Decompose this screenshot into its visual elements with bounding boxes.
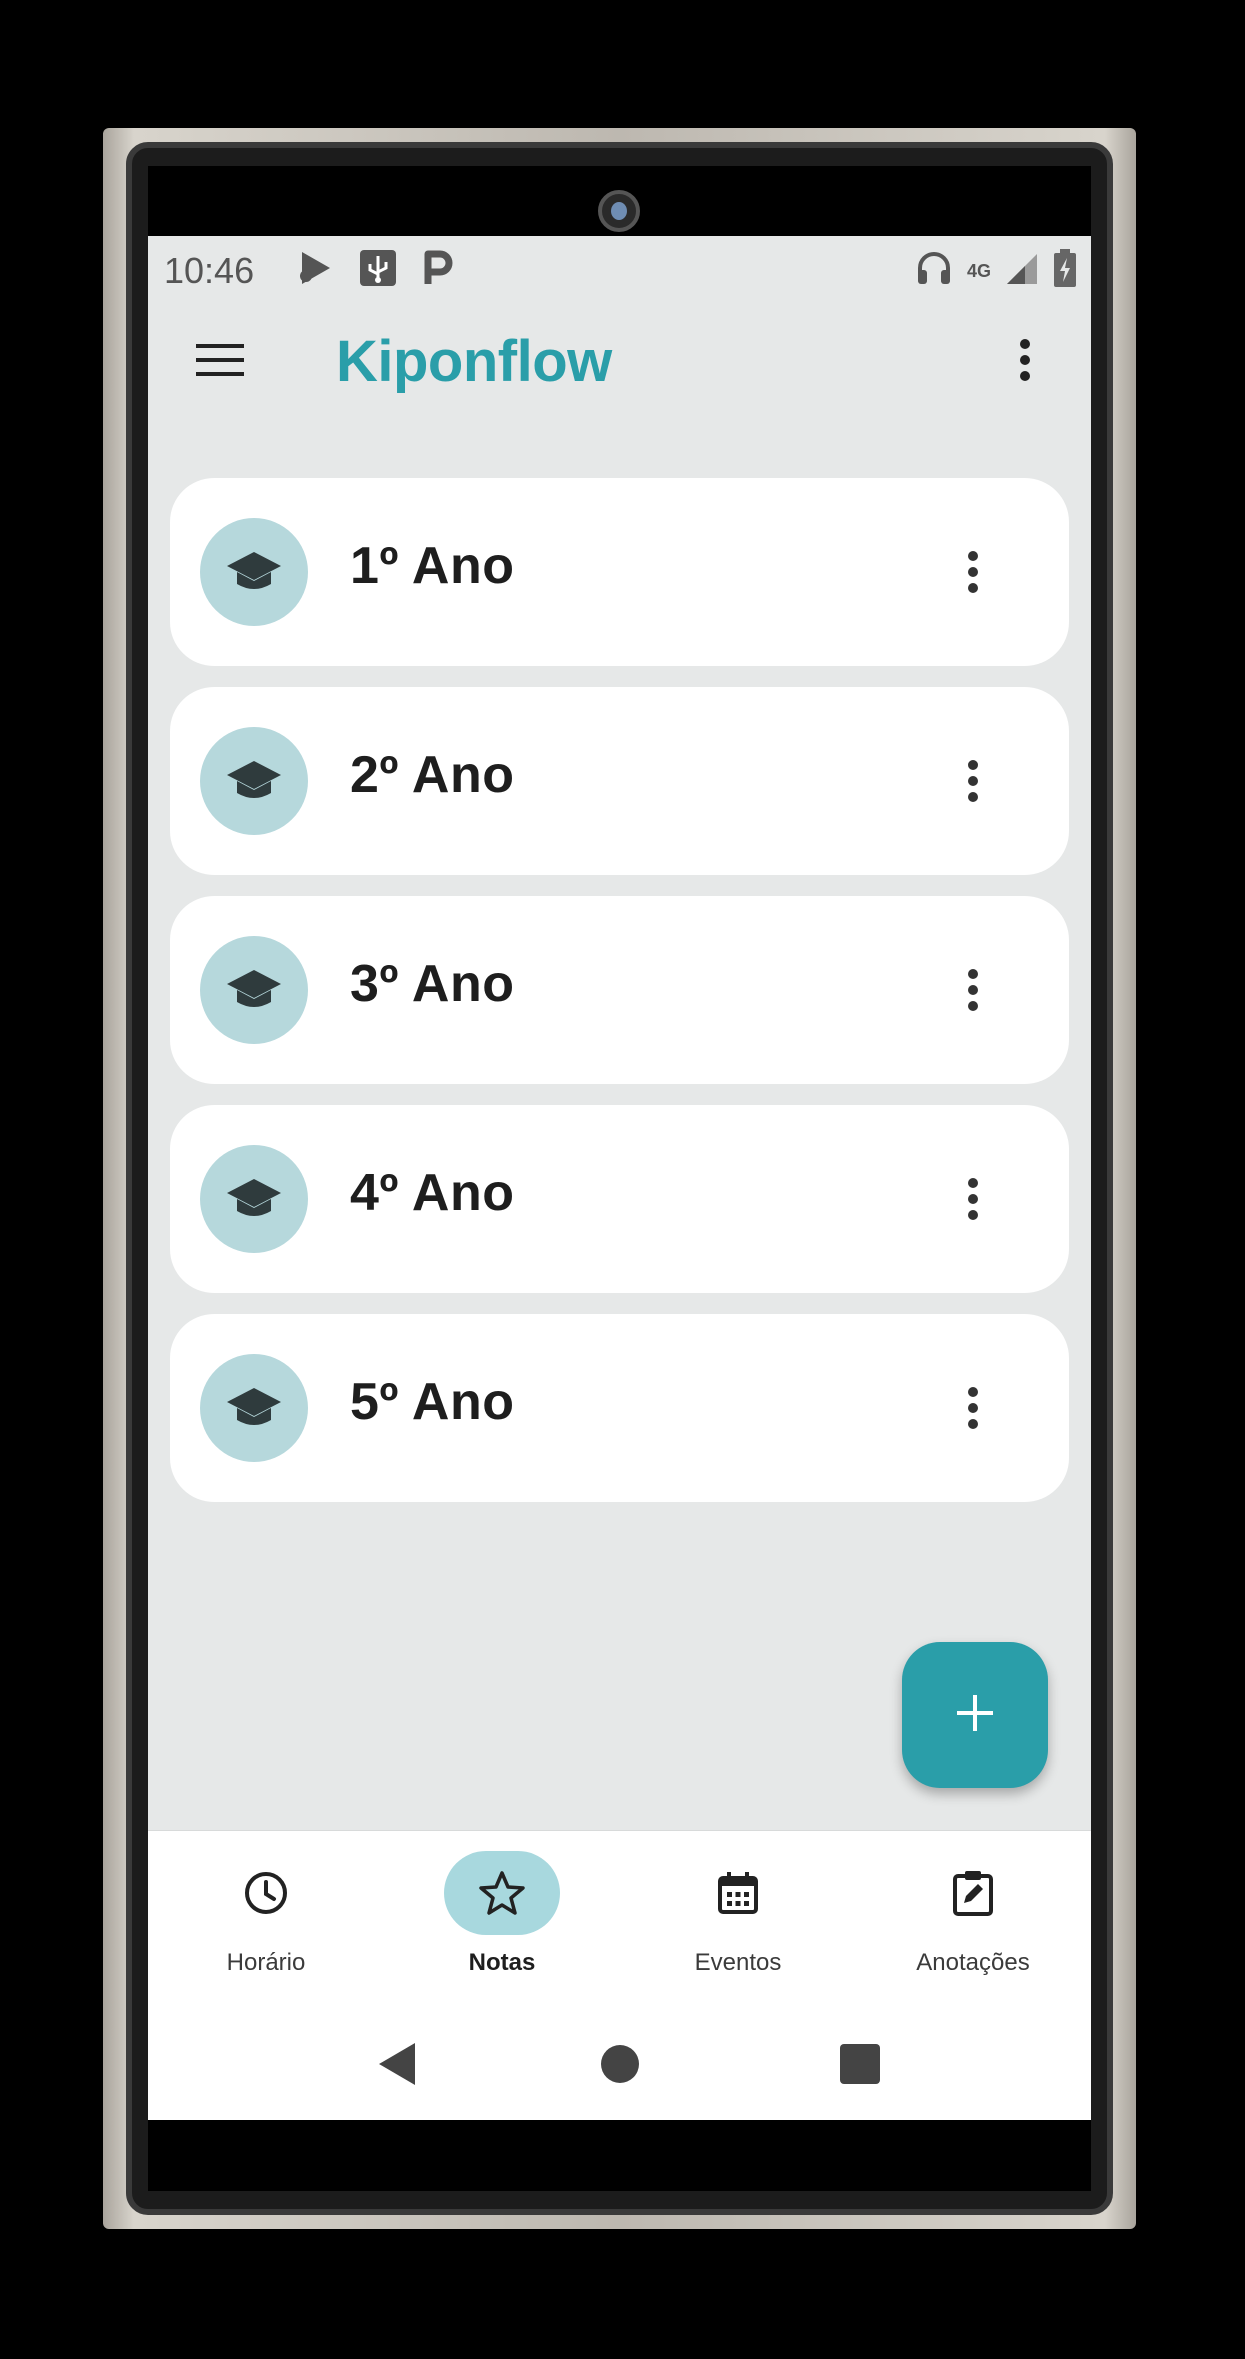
more-vertical-icon[interactable] <box>941 749 1005 813</box>
graduation-cap-icon <box>200 1145 308 1253</box>
status-bar: 10:46 4G <box>148 236 1091 300</box>
year-list: 1º Ano 2º Ano 3º Ano 4º Ano 5º Ano <box>170 478 1069 1523</box>
nav-item-eventos[interactable]: Eventos <box>620 1831 856 2011</box>
more-vertical-icon[interactable] <box>941 540 1005 604</box>
clipboard-edit-icon <box>915 1851 1031 1935</box>
clock-icon <box>208 1851 324 1935</box>
year-label: 5º Ano <box>350 1373 515 1431</box>
music-icon <box>296 248 336 293</box>
nav-label: Horário <box>226 1949 306 1976</box>
parking-p-icon <box>420 248 454 293</box>
battery-charging-icon <box>1053 248 1077 293</box>
year-label: 4º Ano <box>350 1164 515 1222</box>
more-vertical-icon[interactable] <box>993 328 1057 392</box>
year-card-1[interactable]: 1º Ano <box>170 478 1069 666</box>
year-label: 1º Ano <box>350 537 515 595</box>
app-bar: Kiponflow <box>148 300 1091 416</box>
year-card-3[interactable]: 3º Ano <box>170 896 1069 1084</box>
year-card-4[interactable]: 4º Ano <box>170 1105 1069 1293</box>
graduation-cap-icon <box>200 1354 308 1462</box>
graduation-cap-icon <box>200 518 308 626</box>
more-vertical-icon[interactable] <box>941 1376 1005 1440</box>
nav-item-notas[interactable]: Notas <box>384 1831 620 2011</box>
calendar-icon <box>680 1851 796 1935</box>
star-icon <box>444 1851 560 1935</box>
app-title: Kiponflow <box>336 329 612 394</box>
signal-icon <box>1005 250 1039 291</box>
usb-icon <box>358 248 398 293</box>
nav-item-anotacoes[interactable]: Anotações <box>855 1831 1091 2011</box>
year-label: 2º Ano <box>350 746 515 804</box>
nav-label: Eventos <box>694 1949 782 1976</box>
app-screen: 10:46 4G Kiponflow 1º Ano 2º Ano 3º Ano … <box>148 236 1091 2120</box>
graduation-cap-icon <box>200 936 308 1044</box>
more-vertical-icon[interactable] <box>941 1167 1005 1231</box>
year-card-2[interactable]: 2º Ano <box>170 687 1069 875</box>
add-year-button[interactable] <box>902 1642 1048 1788</box>
year-card-5[interactable]: 5º Ano <box>170 1314 1069 1502</box>
home-icon[interactable] <box>588 2032 652 2096</box>
notification-icons <box>296 248 454 293</box>
nav-item-horario[interactable]: Horário <box>148 1831 384 2011</box>
nav-label: Notas <box>468 1949 536 1976</box>
system-navigation-bar <box>148 2010 1091 2120</box>
front-camera <box>598 190 640 232</box>
year-label: 3º Ano <box>350 955 515 1013</box>
recents-icon[interactable] <box>828 2032 892 2096</box>
headphones-icon <box>915 248 953 293</box>
nav-label: Anotações <box>916 1949 1030 1976</box>
status-time: 10:46 <box>164 250 255 291</box>
bottom-navigation: Horário Notas Eventos Anotações <box>148 1830 1091 2010</box>
graduation-cap-icon <box>200 727 308 835</box>
back-icon[interactable] <box>364 2032 428 2096</box>
system-status-icons: 4G <box>915 248 1077 293</box>
more-vertical-icon[interactable] <box>941 958 1005 1022</box>
plus-icon <box>955 1693 995 1738</box>
network-4g-icon: 4G <box>966 260 991 281</box>
hamburger-menu-icon[interactable] <box>188 328 252 392</box>
